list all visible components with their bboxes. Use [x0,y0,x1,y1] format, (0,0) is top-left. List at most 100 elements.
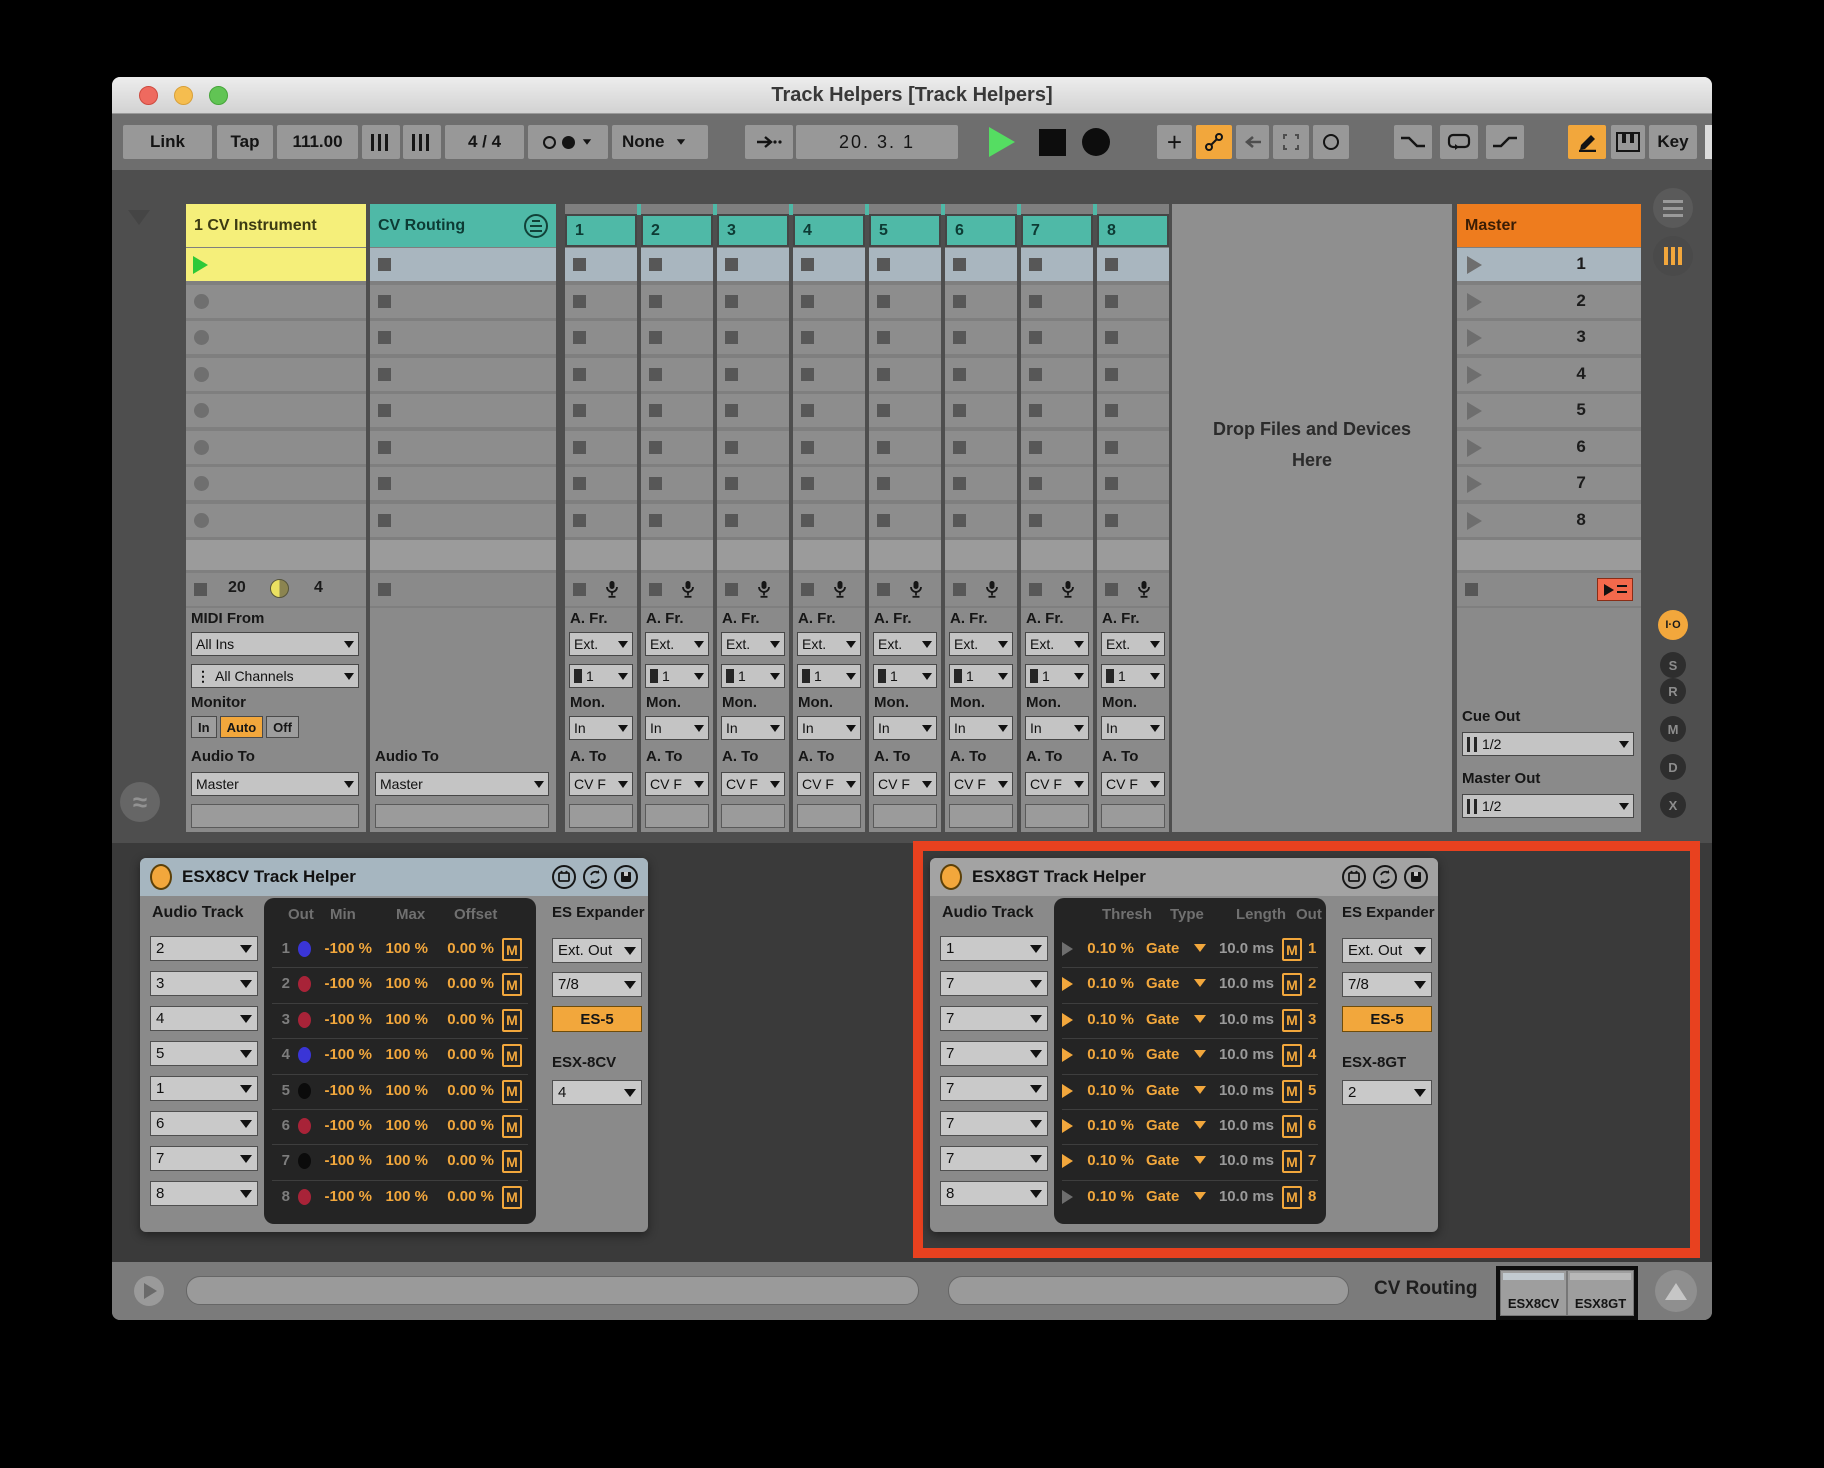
clip-slot[interactable] [717,248,789,281]
audio-track-selector[interactable]: 3 [150,971,258,996]
clip-slot[interactable] [1097,248,1169,281]
audio-to-selector[interactable]: CV F [1025,772,1089,796]
mute-button[interactable]: M [1282,938,1302,961]
audio-track-selector[interactable]: 7 [940,971,1048,996]
arm-mic-icon[interactable] [757,580,771,604]
offset-value[interactable]: 0.00 % [432,1117,494,1134]
clip-stop-button[interactable] [725,477,738,490]
clip-stop-button[interactable] [725,258,738,271]
audio-to-selector[interactable]: CV F [797,772,861,796]
clip-stop-button[interactable] [649,583,662,596]
clip-stop-button[interactable] [378,477,391,490]
audio-from-selector[interactable]: Ext. [1101,632,1165,656]
audio-track-selector[interactable]: 8 [150,1181,258,1206]
overdub-button[interactable]: + [1157,125,1192,159]
clip-stop-button[interactable] [801,258,814,271]
clip-stop-button[interactable] [649,477,662,490]
track-header[interactable]: 6 [945,214,1017,247]
clip-stop-button[interactable] [573,368,586,381]
threshold-value[interactable]: 0.10 % [1076,1046,1134,1063]
stop-button[interactable] [1039,129,1066,156]
track-header[interactable]: 5 [869,214,941,247]
clip-stop-button[interactable] [953,404,966,417]
key-map-button[interactable]: Key [1649,125,1697,159]
audio-track-selector[interactable]: 7 [940,1076,1048,1101]
clip-stop-button[interactable] [1029,295,1042,308]
clip-slot[interactable] [565,358,637,391]
clip-stop-button[interactable] [378,404,391,417]
clip-slot[interactable] [565,394,637,427]
clip-slot[interactable] [565,504,637,537]
audio-track-selector[interactable]: 2 [150,936,258,961]
overview-menu-icon[interactable] [1653,188,1693,228]
max-value[interactable]: 100 % [376,1117,428,1134]
loop-button[interactable] [1440,125,1478,159]
arm-mic-icon[interactable] [909,580,923,604]
input-channel-selector[interactable]: 1 [797,664,861,688]
capture-midi-button[interactable] [1273,125,1309,159]
show-detail-view-button[interactable] [1655,1270,1697,1312]
scene-slot[interactable]: 6 [1457,431,1641,464]
clip-slot[interactable] [370,285,556,318]
chevron-down-icon[interactable] [1194,979,1206,987]
audio-from-selector[interactable]: Ext. [1025,632,1089,656]
clip-stop-button[interactable] [801,583,814,596]
mute-button[interactable]: M [1282,1044,1302,1067]
clip-slot[interactable] [641,394,713,427]
empty-clip-slot[interactable] [186,394,366,427]
audio-to-selector[interactable]: CV F [949,772,1013,796]
clip-slot[interactable] [793,504,865,537]
clip-stop-button[interactable] [1029,258,1042,271]
clip-stop-button[interactable] [953,514,966,527]
clip-stop-button[interactable] [877,477,890,490]
clip-stop-button[interactable] [649,368,662,381]
audio-to-selector[interactable]: CV F [1101,772,1165,796]
audio-track-selector[interactable]: 7 [940,1006,1048,1031]
clip-stop-button[interactable] [725,404,738,417]
audio-track-selector[interactable]: 1 [150,1076,258,1101]
clip-stop-button[interactable] [378,368,391,381]
es5-button[interactable]: ES-5 [552,1006,642,1032]
mute-button[interactable]: M [502,973,522,996]
threshold-value[interactable]: 0.10 % [1076,1011,1134,1028]
monitor-selector[interactable]: In [645,716,709,740]
empty-clip-slot[interactable] [186,467,366,500]
max-value[interactable]: 100 % [376,1011,428,1028]
clip-slot[interactable] [1021,358,1093,391]
min-value[interactable]: -100 % [314,1117,372,1134]
clip-stop-button[interactable] [877,295,890,308]
clip-stop-button[interactable] [573,583,586,596]
clip-slot[interactable] [793,467,865,500]
tap-tempo-button[interactable]: Tap [217,125,273,159]
clip-slot[interactable] [717,321,789,354]
device-on-led[interactable] [940,864,962,890]
audio-track-selector[interactable]: 1 [940,936,1048,961]
clip-stop-button[interactable] [953,331,966,344]
clip-slot[interactable] [641,358,713,391]
chevron-down-icon[interactable] [1194,1015,1206,1023]
mute-button[interactable]: M [502,1150,522,1173]
scene-slot[interactable]: 8 [1457,504,1641,537]
arm-mic-icon[interactable] [985,580,999,604]
length-value[interactable]: 10.0 ms [1210,1046,1274,1063]
phase-nudge-down-button[interactable] [362,125,400,159]
max-value[interactable]: 100 % [376,940,428,957]
show-track-delay-button[interactable]: D [1660,754,1686,780]
show-returns-button[interactable]: R [1660,678,1686,704]
m4l-reload-icon[interactable] [583,865,607,889]
clip-slot[interactable] [1097,467,1169,500]
audio-track-selector[interactable]: 8 [940,1181,1048,1206]
clip-stop-button[interactable] [1029,331,1042,344]
clip-slot[interactable] [1021,394,1093,427]
mute-button[interactable]: M [502,1044,522,1067]
clip-slot[interactable] [565,431,637,464]
clip-stop-button[interactable] [1029,368,1042,381]
clip-slot[interactable] [717,467,789,500]
min-value[interactable]: -100 % [314,1011,372,1028]
audio-to-selector[interactable]: Master [375,772,549,796]
crossfader-icon[interactable]: ≈ [120,782,160,822]
audio-from-selector[interactable]: Ext. [721,632,785,656]
threshold-value[interactable]: 0.10 % [1076,975,1134,992]
clip-stop-button[interactable] [801,441,814,454]
min-value[interactable]: -100 % [314,975,372,992]
